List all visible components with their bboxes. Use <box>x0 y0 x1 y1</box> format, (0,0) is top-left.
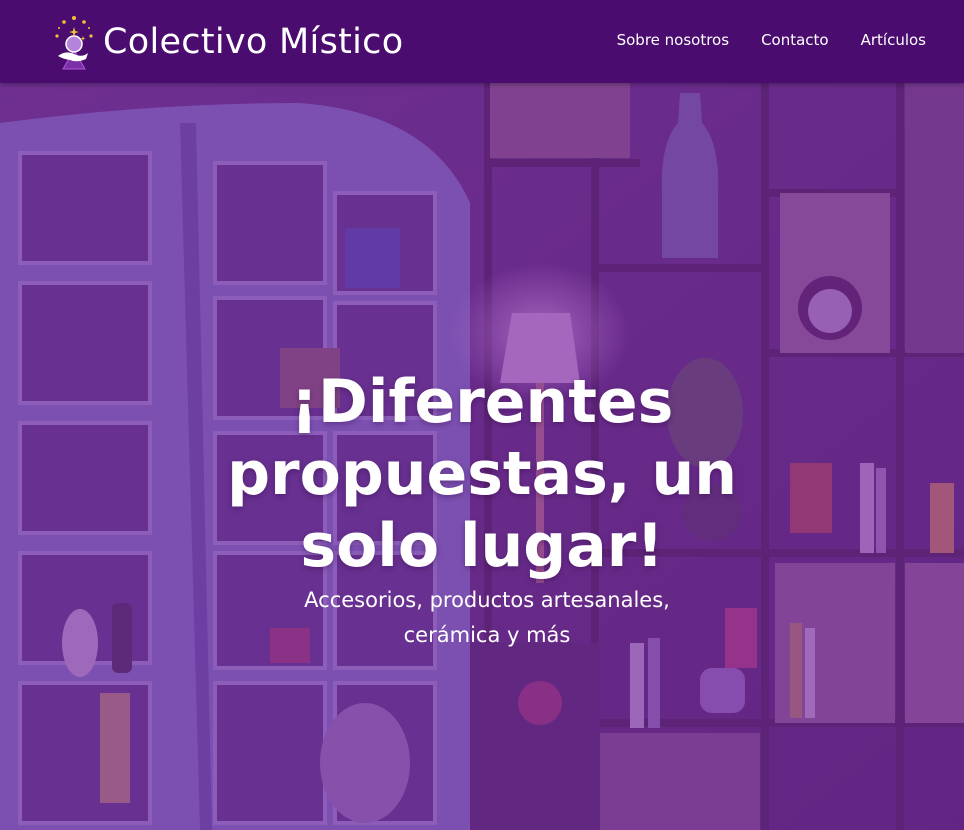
nav-link-contacto[interactable]: Contacto <box>761 31 829 49</box>
hero-subtitle-line-2: cerámica y más <box>403 623 571 647</box>
hero-subtitle: Accesorios, productos artesanales, cerám… <box>292 583 682 653</box>
nav-link-sobre-nosotros[interactable]: Sobre nosotros <box>617 31 729 49</box>
nav-links: Sobre nosotros Contacto Artículos <box>585 31 926 49</box>
hero-title-line-3: solo lugar! <box>300 511 664 581</box>
hero-title-line-1: ¡Diferentes <box>290 367 674 437</box>
brand-name: Colectivo Místico <box>103 21 404 62</box>
crystal-ball-hand-icon <box>55 15 93 69</box>
nav-link-articulos[interactable]: Artículos <box>861 31 926 49</box>
hero-section: ¡Diferentes propuestas, un solo lugar! A… <box>0 83 964 830</box>
hero-title: ¡Diferentes propuestas, un solo lugar! <box>0 366 964 582</box>
hero-subtitle-line-1: Accesorios, productos artesanales, <box>304 588 670 612</box>
brand-link[interactable]: Colectivo Místico <box>52 14 403 70</box>
top-navbar: Colectivo Místico Sobre nosotros Contact… <box>0 0 964 83</box>
hero-title-line-2: propuestas, un <box>227 439 737 509</box>
